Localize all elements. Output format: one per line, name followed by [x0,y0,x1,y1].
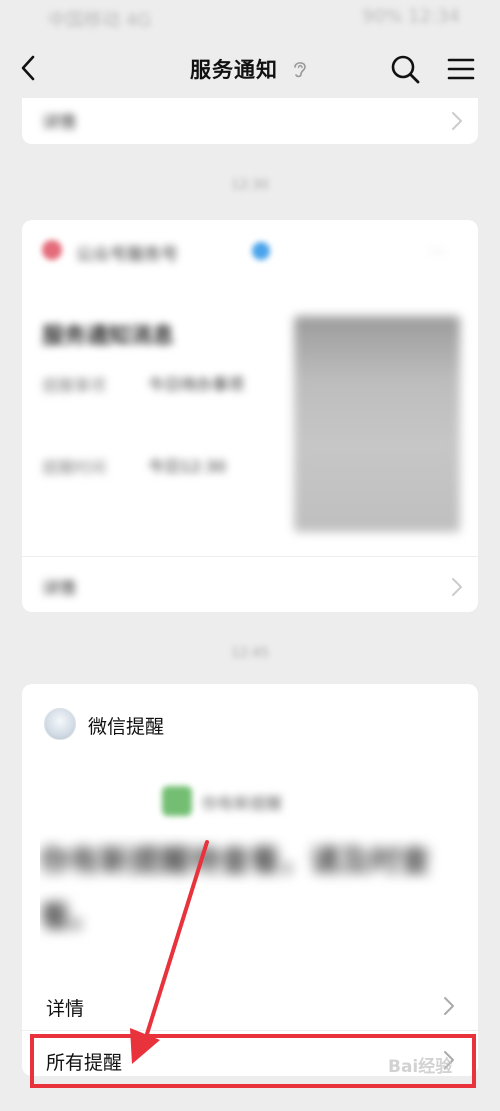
field-value: 今日12:30 [148,457,227,476]
nav-bar: 服务通知 [0,36,500,102]
source-name: 公众号服务号 [76,245,178,265]
wechat-reminder-card: 微信提醒 你有新提醒 你有新提醒待查看，请及时查看。 详情 所有提醒 [22,684,478,1076]
verified-badge [252,242,270,260]
timestamp: 12:45 [231,646,269,661]
field-label: 提醒时间 [42,458,107,477]
menu-button[interactable] [444,52,478,86]
wechat-reminder-avatar [44,708,76,740]
ear-icon[interactable] [292,58,310,80]
chevron-right-icon [444,997,454,1015]
battery-time-text: 90% 12:34 [362,6,460,27]
status-bar: 中国移动 4G 90% 12:34 [0,0,500,36]
source-avatar [42,240,62,260]
search-icon [391,55,420,84]
menu-icon [447,58,475,80]
card-divider [22,1030,478,1031]
reminder-body: 你有新提醒待查看，请及时查看。 [40,844,430,935]
field-value: 今日待办事项 [148,375,245,394]
more-icon[interactable]: ··· [430,242,445,261]
detail-row-label: 详情 [42,113,76,133]
carrier-text: 中国移动 4G [48,10,152,31]
chevron-right-icon [452,578,462,596]
timestamp: 12:30 [231,178,269,193]
detail-label: 详情 [46,998,85,1020]
detail-row[interactable]: 详情 [22,982,478,1030]
chevron-right-icon [452,112,462,130]
notification-card-blurred[interactable]: 公众号服务号 ··· 服务通知消息 提醒事项 今日待办事项 提醒时间 今日12:… [22,220,478,612]
search-button[interactable] [388,52,422,86]
detail-row-label: 详情 [42,579,76,599]
app-icon [162,786,192,816]
card-divider [22,556,478,557]
notification-card-previous[interactable]: 详情 [22,98,478,144]
service-notification-page: 中国移动 4G 90% 12:34 服务通知 详情 12:30 公众号服务号 ·… [0,0,500,1111]
wechat-reminder-name: 微信提醒 [88,716,165,738]
field-label: 提醒事项 [42,376,107,395]
reminder-subtitle: 你有新提醒 [202,794,283,813]
card-title: 服务通知消息 [42,324,175,349]
card-thumbnail [294,316,460,532]
page-title: 服务通知 [190,58,278,82]
watermark: Bai经验 [388,1057,453,1077]
